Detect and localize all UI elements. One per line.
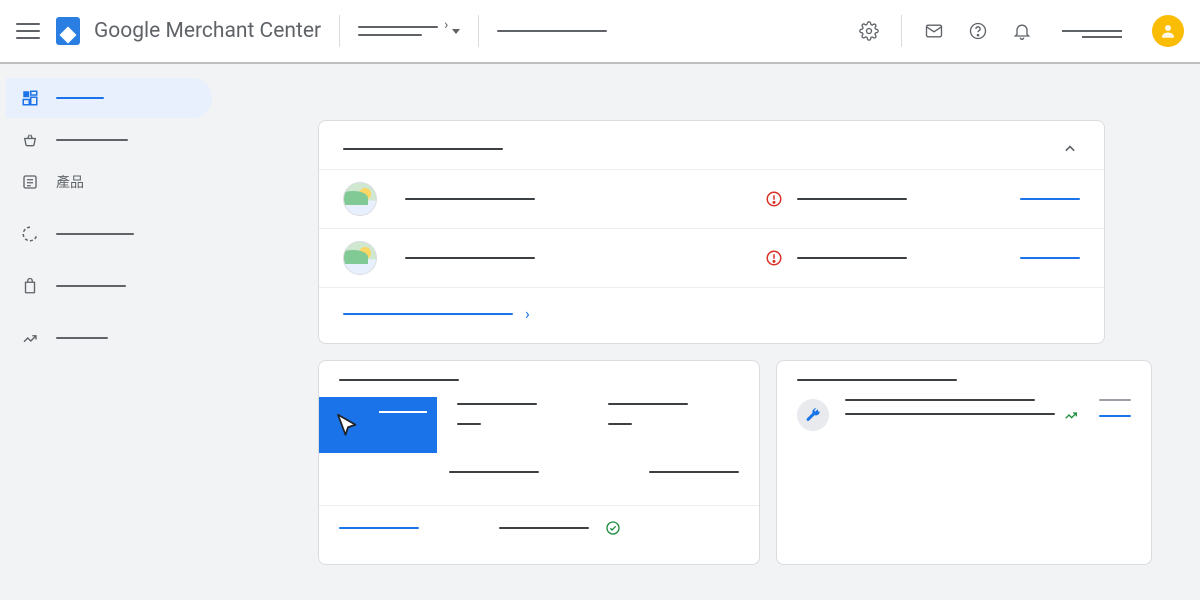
help-icon[interactable] [966,19,990,43]
row-action-link[interactable] [1020,198,1080,200]
sidebar-item-overview[interactable] [6,78,212,118]
highlighted-metric-tile[interactable] [319,397,437,453]
insight-text [845,399,1035,401]
breadcrumb-label [497,30,607,32]
app-header: Google Merchant Center › [0,0,1200,64]
metric-value [608,423,632,425]
card-title [797,379,957,381]
divider [901,15,902,47]
sidebar-item-marketing[interactable] [6,266,212,306]
check-circle-icon [605,520,621,536]
metric-value [457,423,481,425]
wrench-icon [797,399,829,431]
insight-action-link[interactable] [1099,415,1131,417]
main-content: › [218,64,1200,600]
card-footer-link[interactable] [339,527,419,529]
divider [478,15,479,47]
row-name [405,198,535,200]
sidebar-item-label [56,337,108,339]
chevron-right-icon: › [525,304,530,323]
tile-label [379,411,427,413]
collapse-icon[interactable] [1060,139,1080,159]
menu-icon[interactable] [16,19,40,43]
sidebar-item-label [56,97,104,99]
overview-row[interactable] [319,228,1104,287]
app-title: Google Merchant Center [94,19,321,43]
growth-icon [20,328,40,348]
product-thumbnail-icon [343,182,377,216]
list-icon [20,172,40,192]
row-action-link[interactable] [1020,257,1080,259]
settings-icon[interactable] [857,19,881,43]
caret-down-icon [452,29,460,34]
error-icon [765,249,783,267]
divider [339,15,340,47]
dashboard-icon [20,88,40,108]
sidebar: 產品 [0,64,218,600]
sidebar-item-label [56,233,134,235]
metric-label [608,403,688,405]
sidebar-item-growth[interactable] [6,318,212,358]
row-status [797,257,907,259]
basket-icon [20,130,40,150]
mail-icon[interactable] [922,19,946,43]
avatar[interactable] [1152,15,1184,47]
card-footer-status [499,527,589,529]
card-title [343,148,503,150]
insight-text [845,413,1055,415]
sidebar-item-shopping[interactable] [6,120,212,160]
product-thumbnail-icon [343,241,377,275]
row-status [797,198,907,200]
error-icon [765,190,783,208]
trend-up-icon [1063,407,1079,423]
loading-icon [20,224,40,244]
cursor-icon [333,411,363,441]
merchant-center-logo-icon [56,17,80,45]
row-name [405,257,535,259]
metric-label [449,471,539,473]
card-footer-link[interactable] [343,313,513,315]
metric-label [457,403,537,405]
sidebar-item-performance[interactable] [6,214,212,254]
overview-row[interactable] [319,169,1104,228]
bag-icon [20,276,40,296]
insights-card [776,360,1152,565]
sidebar-item-label: 產品 [56,172,84,192]
account-selector[interactable]: › [358,23,460,39]
sidebar-item-label [56,285,126,287]
card-title [339,379,459,381]
overview-card: › [318,120,1105,344]
account-name[interactable] [1062,30,1122,32]
sidebar-item-products[interactable]: 產品 [6,162,212,202]
metrics-card [318,360,760,565]
bell-icon[interactable] [1010,19,1034,43]
insight-meta [1099,399,1131,401]
sidebar-item-label [56,139,128,141]
metric-label [649,471,739,473]
chevron-right-icon: › [444,17,448,33]
